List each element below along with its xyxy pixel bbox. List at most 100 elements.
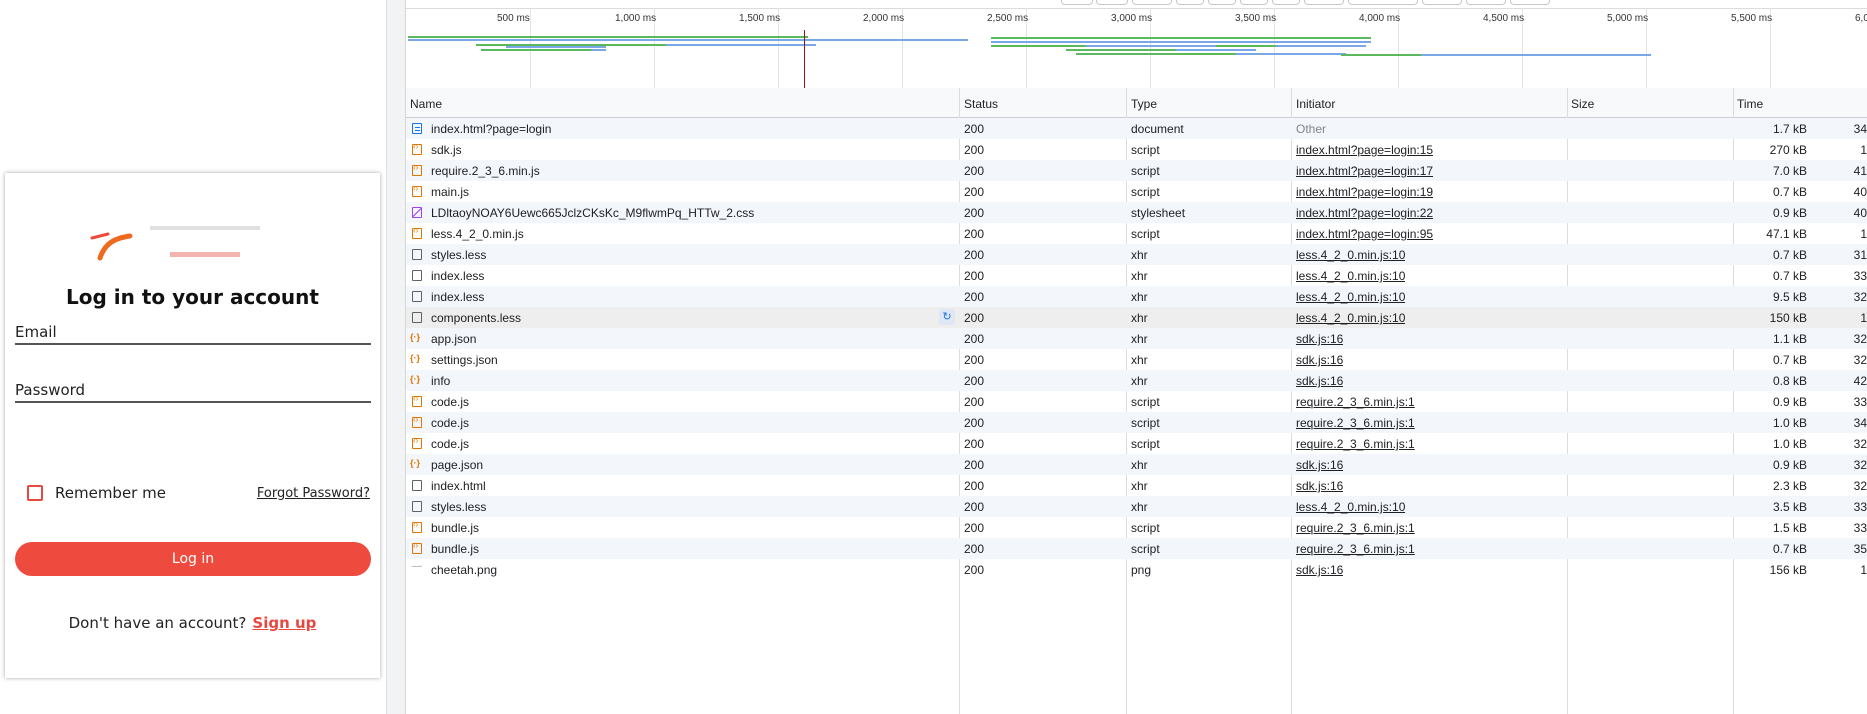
toolbar-button[interactable] [1304,0,1344,5]
column-header-status[interactable]: Status [964,97,998,111]
table-row[interactable]: bundle.js 200 script require.2_3_6.min.js:1… [406,517,1867,538]
table-row[interactable]: index.html?page=login 200 document Other 1.7… [406,118,1867,139]
table-row[interactable]: less.4_2_0.min.js 200 script index.html?pag… [406,223,1867,244]
request-name[interactable]: settings.json [431,353,951,367]
toolbar-button[interactable] [1466,0,1506,5]
table-row[interactable]: main.js 200 script index.html?page=login:19… [406,181,1867,202]
request-initiator[interactable]: less.4_2_0.min.js:10 [1296,311,1405,325]
email-field[interactable] [15,343,371,345]
column-header-time[interactable]: Time [1737,97,1763,111]
toolbar-button[interactable] [1272,0,1300,5]
request-name[interactable]: code.js [431,395,951,409]
table-row[interactable]: settings.json 200 xhr sdk.js:16 0.7 kB 32 [406,349,1867,370]
reveal-in-sources-icon[interactable]: ↻ [939,309,955,325]
request-name[interactable]: main.js [431,185,951,199]
toolbar-button[interactable] [1422,0,1462,5]
table-row[interactable]: bundle.js 200 script require.2_3_6.min.js:1… [406,538,1867,559]
toolbar-button[interactable] [1096,0,1128,5]
request-name[interactable]: index.html?page=login [431,122,951,136]
request-initiator[interactable]: less.4_2_0.min.js:10 [1296,248,1405,262]
table-row[interactable]: index.html 200 xhr sdk.js:16 2.3 kB 32 [406,475,1867,496]
forgot-password-link[interactable]: Forgot Password? [257,486,370,501]
request-name[interactable]: bundle.js [431,542,951,556]
request-initiator[interactable]: sdk.js:16 [1296,353,1343,367]
request-initiator[interactable]: require.2_3_6.min.js:1 [1296,416,1415,430]
table-row[interactable]: LDltaoyNOAY6Uewc665JclzCKsKc_M9flwmPq_HT… [406,202,1867,223]
table-row[interactable]: index.less 200 xhr less.4_2_0.min.js:10 9.5 … [406,286,1867,307]
toolbar-button[interactable] [1240,0,1268,5]
request-name[interactable]: cheetah.png [431,563,951,577]
toolbar-button[interactable] [1208,0,1236,5]
table-row[interactable]: page.json 200 xhr sdk.js:16 0.9 kB 32 [406,454,1867,475]
table-row[interactable]: require.2_3_6.min.js 200 script index.html?… [406,160,1867,181]
request-initiator[interactable]: sdk.js:16 [1296,479,1343,493]
password-field[interactable] [15,401,371,403]
request-initiator: Other [1296,122,1327,136]
script-file-icon [412,184,422,197]
column-header-name[interactable]: Name [410,97,442,111]
request-name[interactable]: app.json [431,332,951,346]
request-initiator[interactable]: sdk.js:16 [1296,458,1343,472]
request-initiator[interactable]: index.html?page=login:95 [1296,227,1433,241]
network-overview-timeline[interactable]: 500 ms 1,000 ms 1,500 ms 2,000 ms 2,500 … [406,8,1867,96]
toolbar-button[interactable] [1132,0,1172,5]
request-name[interactable]: index.less [431,290,951,304]
request-initiator[interactable]: index.html?page=login:15 [1296,143,1433,157]
column-header-type[interactable]: Type [1131,97,1157,111]
table-row[interactable]: code.js 200 script require.2_3_6.min.js:1 1.… [406,412,1867,433]
table-row[interactable]: code.js 200 script require.2_3_6.min.js:1 0.… [406,391,1867,412]
column-header-size[interactable]: Size [1571,97,1594,111]
request-type: script [1131,437,1160,451]
request-name[interactable]: index.less [431,269,951,283]
request-initiator[interactable]: sdk.js:16 [1296,563,1343,577]
request-name[interactable]: code.js [431,437,951,451]
request-name[interactable]: code.js [431,416,951,430]
column-header-initiator[interactable]: Initiator [1296,97,1335,111]
request-initiator[interactable]: sdk.js:16 [1296,332,1343,346]
toolbar-button[interactable] [1176,0,1204,5]
request-initiator[interactable]: index.html?page=login:22 [1296,206,1433,220]
request-name[interactable]: index.html [431,479,951,493]
request-status: 200 [964,206,985,220]
toolbar-button[interactable] [1061,0,1093,5]
request-initiator[interactable]: require.2_3_6.min.js:1 [1296,521,1415,535]
request-initiator[interactable]: sdk.js:16 [1296,374,1343,388]
script-file-icon [412,415,422,428]
request-name[interactable]: styles.less [431,248,951,262]
table-row[interactable]: info 200 xhr sdk.js:16 0.8 kB 42 [406,370,1867,391]
remember-me-label[interactable]: Remember me [55,484,166,502]
request-name[interactable]: styles.less [431,500,951,514]
request-initiator[interactable]: index.html?page=login:17 [1296,164,1433,178]
request-name[interactable]: sdk.js [431,143,951,157]
request-name[interactable]: info [431,374,951,388]
request-name[interactable]: page.json [431,458,951,472]
request-initiator[interactable]: less.4_2_0.min.js:10 [1296,500,1405,514]
request-name[interactable]: bundle.js [431,521,951,535]
request-initiator[interactable]: require.2_3_6.min.js:1 [1296,437,1415,451]
table-row[interactable]: styles.less 200 xhr less.4_2_0.min.js:10 3.5… [406,496,1867,517]
request-name[interactable]: LDltaoyNOAY6Uewc665JclzCKsKc_M9flwmPq_HT… [431,206,951,220]
table-row[interactable]: cheetah.png 200 png sdk.js:16 156 kB 1 [406,559,1867,580]
request-status: 200 [964,185,985,199]
login-button[interactable]: Log in [15,542,371,576]
request-name[interactable]: less.4_2_0.min.js [431,227,951,241]
signup-link[interactable]: Sign up [252,614,316,632]
request-name[interactable]: require.2_3_6.min.js [431,164,951,178]
request-initiator[interactable]: require.2_3_6.min.js:1 [1296,395,1415,409]
table-row[interactable]: app.json 200 xhr sdk.js:16 1.1 kB 32 [406,328,1867,349]
request-name[interactable]: components.less [431,311,951,325]
table-row[interactable]: sdk.js 200 script index.html?page=login:15 2… [406,139,1867,160]
table-row[interactable]: components.less 200 xhr less.4_2_0.min.js:1… [406,307,1867,328]
request-initiator[interactable]: index.html?page=login:19 [1296,185,1433,199]
table-row[interactable]: code.js 200 script require.2_3_6.min.js:1 1.… [406,433,1867,454]
request-initiator[interactable]: require.2_3_6.min.js:1 [1296,542,1415,556]
toolbar-button[interactable] [1510,0,1550,5]
pane-resizer[interactable] [386,0,406,714]
request-initiator[interactable]: less.4_2_0.min.js:10 [1296,269,1405,283]
table-row[interactable]: index.less 200 xhr less.4_2_0.min.js:10 0.7 … [406,265,1867,286]
table-row[interactable]: styles.less 200 xhr less.4_2_0.min.js:10 0.7… [406,244,1867,265]
toolbar-button[interactable] [1348,0,1418,5]
remember-me-checkbox[interactable] [27,485,43,501]
script-file-icon [412,520,422,533]
request-initiator[interactable]: less.4_2_0.min.js:10 [1296,290,1405,304]
